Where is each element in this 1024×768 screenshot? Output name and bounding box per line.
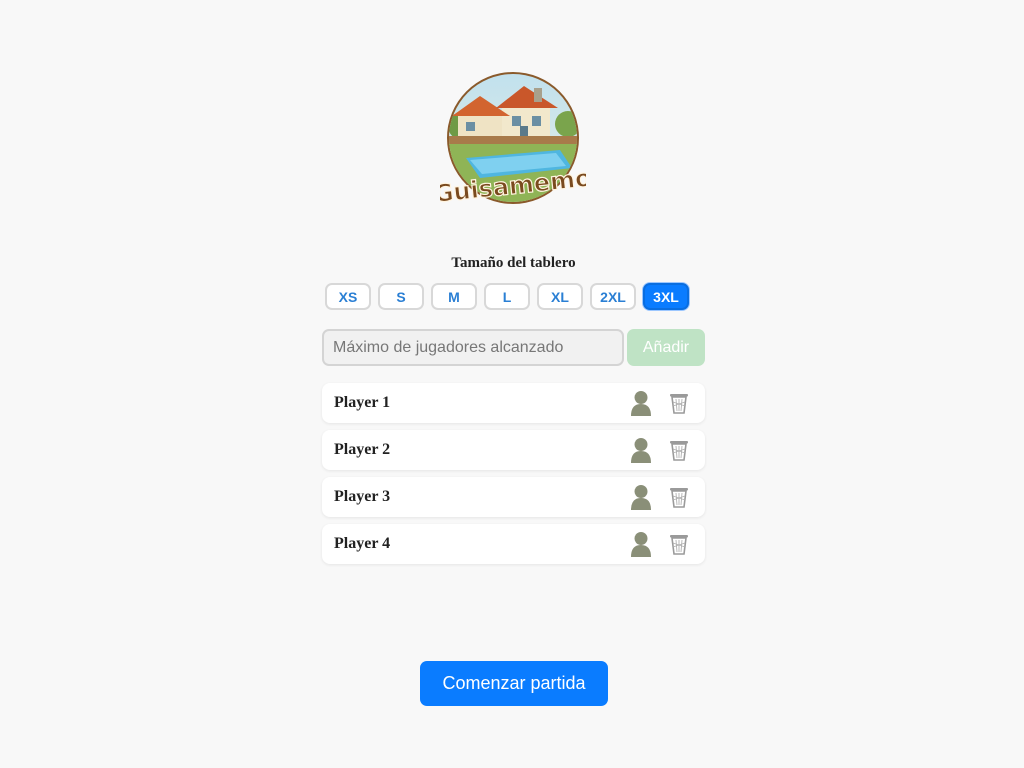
trash-icon[interactable] xyxy=(667,437,691,463)
size-button-l[interactable]: L xyxy=(484,283,530,310)
player-name: Player 4 xyxy=(334,535,391,552)
player-row: Player 3 xyxy=(322,477,705,517)
size-button-m[interactable]: M xyxy=(431,283,477,310)
player-name: Player 2 xyxy=(334,441,391,458)
trash-icon[interactable] xyxy=(667,484,691,510)
user-silhouette-icon[interactable] xyxy=(629,437,653,463)
player-name-input[interactable] xyxy=(322,329,624,366)
size-button-xl[interactable]: XL xyxy=(537,283,583,310)
logo: Guisamemo xyxy=(432,66,593,216)
board-size-selector: XS S M L XL 2XL 3XL xyxy=(325,283,689,310)
player-name: Player 1 xyxy=(334,394,391,411)
player-row: Player 1 xyxy=(322,383,705,423)
user-silhouette-icon[interactable] xyxy=(629,390,653,416)
trash-icon[interactable] xyxy=(667,390,691,416)
size-button-3xl[interactable]: 3XL xyxy=(643,283,689,310)
player-row: Player 2 xyxy=(322,430,705,470)
size-button-xs[interactable]: XS xyxy=(325,283,371,310)
user-silhouette-icon[interactable] xyxy=(629,484,653,510)
add-player-button[interactable]: Añadir xyxy=(627,329,705,366)
board-size-label: Tamaño del tablero xyxy=(451,255,576,271)
trash-icon[interactable] xyxy=(667,531,691,557)
player-name: Player 3 xyxy=(334,488,391,505)
size-button-s[interactable]: S xyxy=(378,283,424,310)
player-row: Player 4 xyxy=(322,524,705,564)
user-silhouette-icon[interactable] xyxy=(629,531,653,557)
player-list: Player 1 Player 2 Player 3 Player 4 xyxy=(322,383,705,571)
size-button-2xl[interactable]: 2XL xyxy=(590,283,636,310)
start-game-button[interactable]: Comenzar partida xyxy=(420,661,608,706)
